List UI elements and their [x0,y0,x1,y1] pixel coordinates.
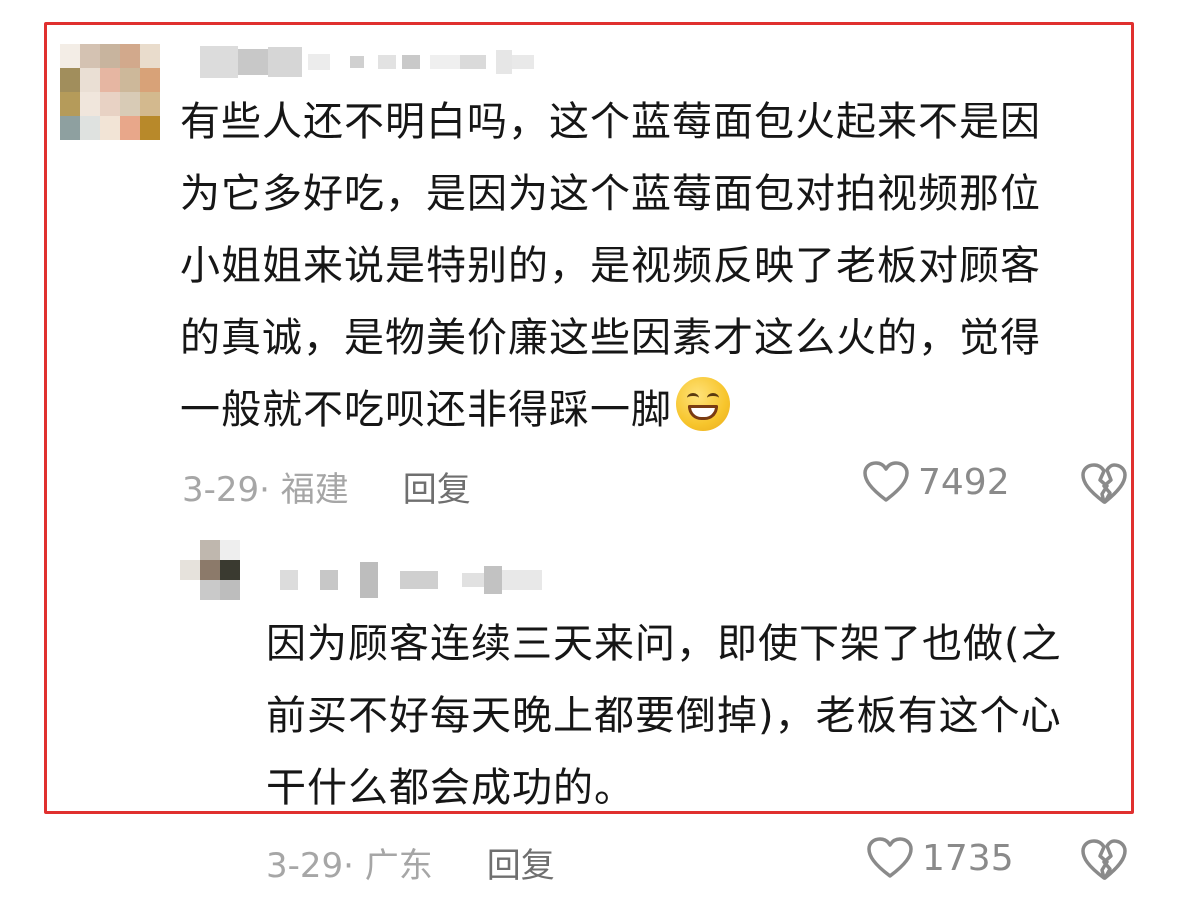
comment-line: 一般就不吃呗还非得踩一脚 [180,374,1120,446]
comment-line-text: 一般就不吃呗还非得踩一脚 [180,387,672,433]
date-location: 3-29· 福建 [182,470,349,510]
reply-line: 前买不好每天晚上都要倒掉)，老板有这个心 [266,693,1062,739]
grinning-face-emoji-icon [676,377,730,431]
avatar[interactable] [60,44,160,140]
like-button[interactable]: 7492 [862,460,1010,504]
heart-outline-icon [863,461,909,502]
reply-meta: 3-29· 广东 回复 [266,838,555,887]
dislike-button[interactable] [1080,838,1128,886]
heart-outline-icon [867,837,913,878]
like-count: 7492 [918,461,1010,503]
comment-line: 有些人还不明白吗，这个蓝莓面包火起来不是因 [180,99,1041,145]
like-button[interactable]: 1735 [866,836,1014,880]
dislike-button[interactable] [1080,462,1128,510]
username[interactable] [200,44,534,80]
like-count: 1735 [922,837,1014,879]
comment-meta: 3-29· 福建 回复 [182,462,471,511]
comment-line: 为它多好吃，是因为这个蓝莓面包对拍视频那位 [180,171,1041,217]
avatar[interactable] [180,540,240,600]
reply-button[interactable]: 回复 [403,462,471,511]
comment-text: 有些人还不明白吗，这个蓝莓面包火起来不是因 为它多好吃，是因为这个蓝莓面包对拍视… [180,86,1120,446]
date-location: 3-29· 广东 [266,846,433,886]
username[interactable] [280,560,542,600]
comment-line: 的真诚，是物美价廉这些因素才这么火的，觉得 [180,315,1041,361]
comment-line: 小姐姐来说是特别的，是视频反映了老板对顾客 [180,243,1041,289]
reply-line: 干什么都会成功的。 [266,765,635,811]
reply-text: 因为顾客连续三天来问，即使下架了也做(之 前买不好每天晚上都要倒掉)，老板有这个… [266,608,1126,824]
broken-heart-icon [1081,463,1127,504]
broken-heart-icon [1081,839,1127,880]
reply-button[interactable]: 回复 [487,838,555,887]
reply-line: 因为顾客连续三天来问，即使下架了也做(之 [266,621,1062,667]
